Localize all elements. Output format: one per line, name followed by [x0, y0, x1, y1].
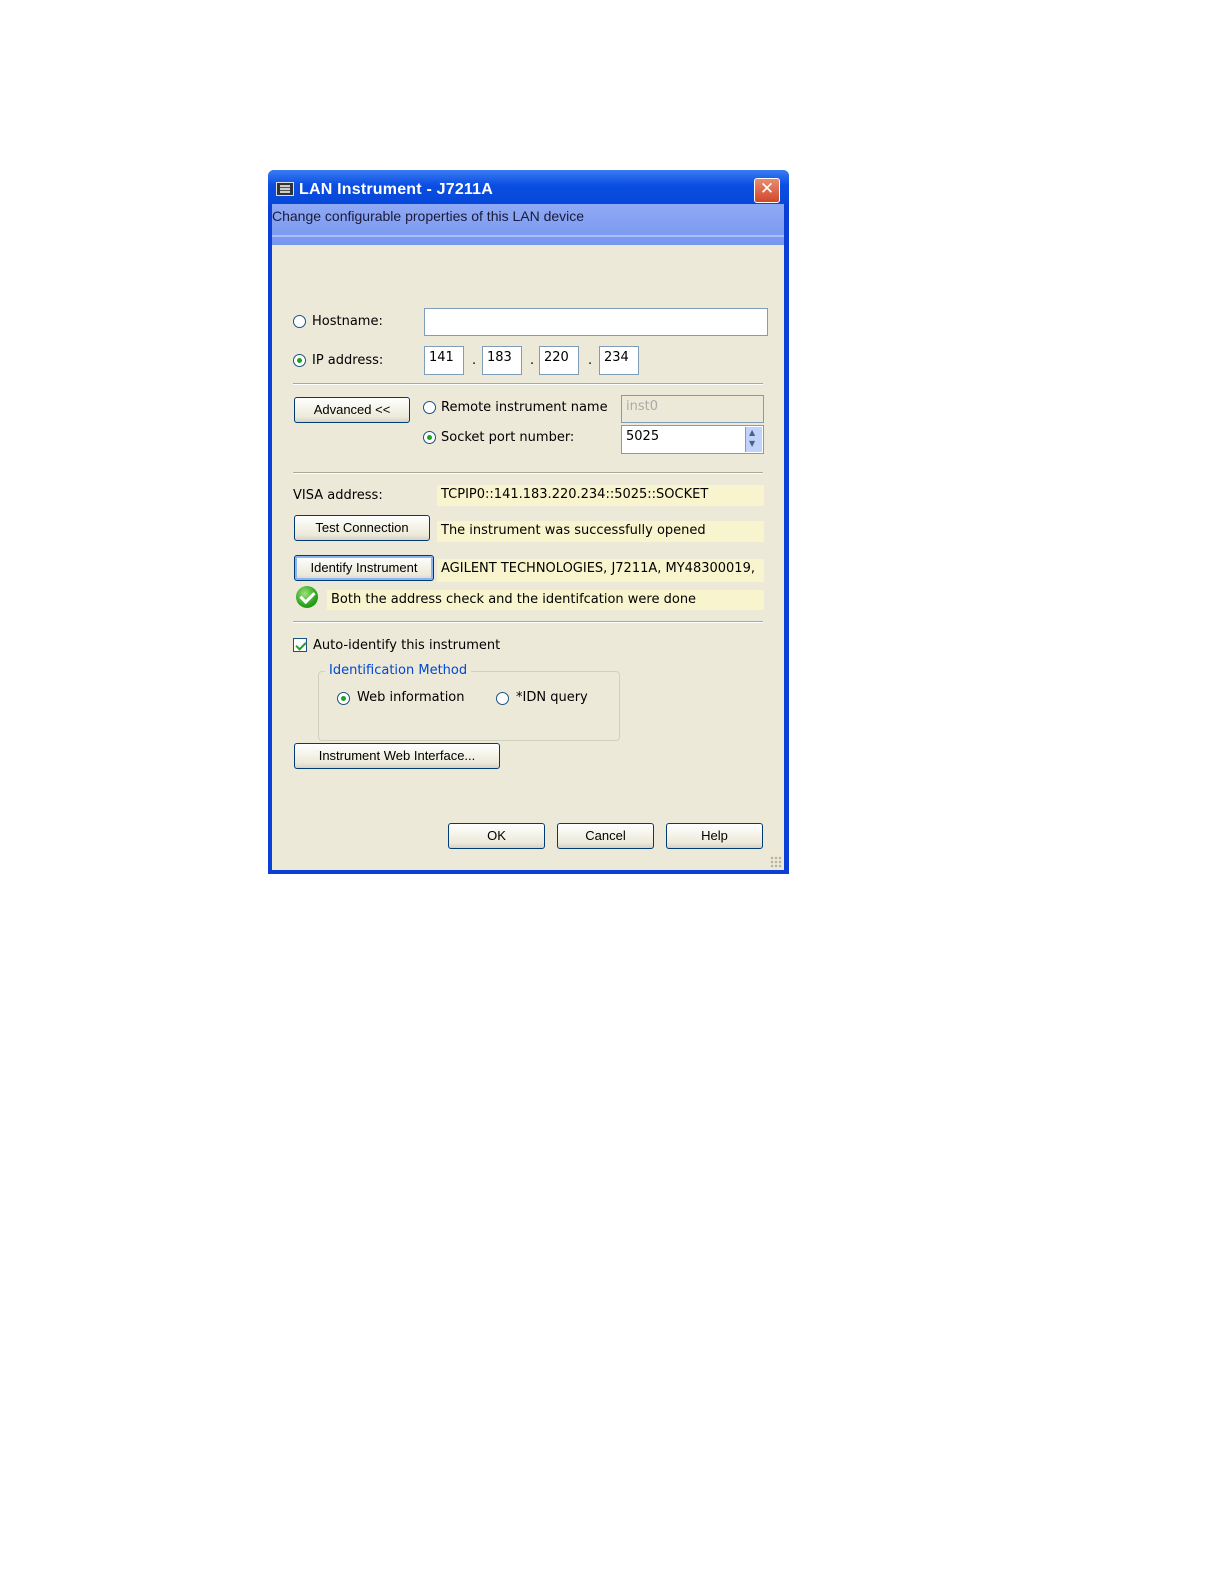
- auto-identify-label: Auto-identify this instrument: [313, 638, 501, 653]
- stepper-up-icon[interactable]: ▲: [749, 428, 755, 437]
- help-button[interactable]: Help: [666, 823, 763, 849]
- description-banner: Change configurable properties of this L…: [272, 204, 784, 245]
- success-check-icon: [296, 586, 318, 608]
- title-bar[interactable]: LAN Instrument - J7211A ✕: [268, 170, 789, 204]
- web-information-radio[interactable]: [337, 692, 350, 705]
- resize-grip-icon[interactable]: [770, 856, 782, 868]
- remote-instrument-name-input[interactable]: inst0: [621, 395, 764, 423]
- identification-method-group: [318, 671, 620, 741]
- ip-dot-separator: .: [588, 353, 593, 368]
- auto-identify-checkbox[interactable]: [293, 638, 307, 652]
- banner-divider: [272, 235, 784, 237]
- divider: [293, 621, 763, 623]
- ip-octet-3-input[interactable]: 220: [539, 346, 579, 375]
- idn-query-radio[interactable]: [496, 692, 509, 705]
- remote-instrument-name-radio[interactable]: [423, 401, 436, 414]
- divider: [293, 472, 763, 474]
- divider: [293, 383, 763, 385]
- web-information-label: Web information: [357, 690, 465, 705]
- test-connection-button[interactable]: Test Connection: [294, 515, 430, 541]
- hostname-input[interactable]: [424, 308, 768, 336]
- hostname-radio[interactable]: [293, 315, 306, 328]
- test-connection-result: The instrument was successfully opened: [437, 521, 764, 542]
- ip-dot-separator: .: [530, 353, 535, 368]
- close-button[interactable]: ✕: [754, 178, 780, 203]
- advanced-button[interactable]: Advanced <<: [294, 397, 410, 423]
- ip-octet-2-input[interactable]: 183: [482, 346, 522, 375]
- ip-octet-1-input[interactable]: 141: [424, 346, 464, 375]
- stepper-down-icon[interactable]: ▼: [749, 439, 755, 448]
- identification-method-title: Identification Method: [325, 663, 472, 678]
- identify-result: AGILENT TECHNOLOGIES, J7211A, MY48300019…: [437, 559, 764, 582]
- instrument-web-interface-button[interactable]: Instrument Web Interface...: [294, 743, 500, 769]
- ok-button[interactable]: OK: [448, 823, 545, 849]
- idn-query-label: *IDN query: [516, 690, 588, 705]
- ip-octet-4-input[interactable]: 234: [599, 346, 639, 375]
- lan-instrument-dialog: LAN Instrument - J7211A ✕ Change configu…: [268, 170, 789, 874]
- socket-port-stepper[interactable]: ▲ ▼: [745, 427, 762, 452]
- identify-status: Both the address check and the identifca…: [327, 590, 764, 610]
- cancel-button[interactable]: Cancel: [557, 823, 654, 849]
- visa-address-value: TCPIP0::141.183.220.234::5025::SOCKET: [437, 485, 764, 506]
- ip-dot-separator: .: [472, 353, 477, 368]
- ip-address-radio[interactable]: [293, 354, 306, 367]
- socket-port-input[interactable]: 5025: [621, 425, 764, 454]
- socket-port-radio[interactable]: [423, 431, 436, 444]
- visa-address-label: VISA address:: [293, 488, 383, 503]
- description-text: Change configurable properties of this L…: [272, 208, 585, 224]
- dialog-body: Hostname: IP address: 141 . 183 . 220 . …: [272, 245, 784, 870]
- hostname-label: Hostname:: [312, 314, 383, 329]
- identify-instrument-button[interactable]: Identify Instrument: [294, 555, 434, 581]
- window-title: LAN Instrument - J7211A: [299, 181, 493, 198]
- remote-instrument-name-label: Remote instrument name: [441, 400, 608, 415]
- instrument-app-icon: [276, 182, 294, 196]
- ip-address-label: IP address:: [312, 353, 384, 368]
- socket-port-label: Socket port number:: [441, 430, 575, 445]
